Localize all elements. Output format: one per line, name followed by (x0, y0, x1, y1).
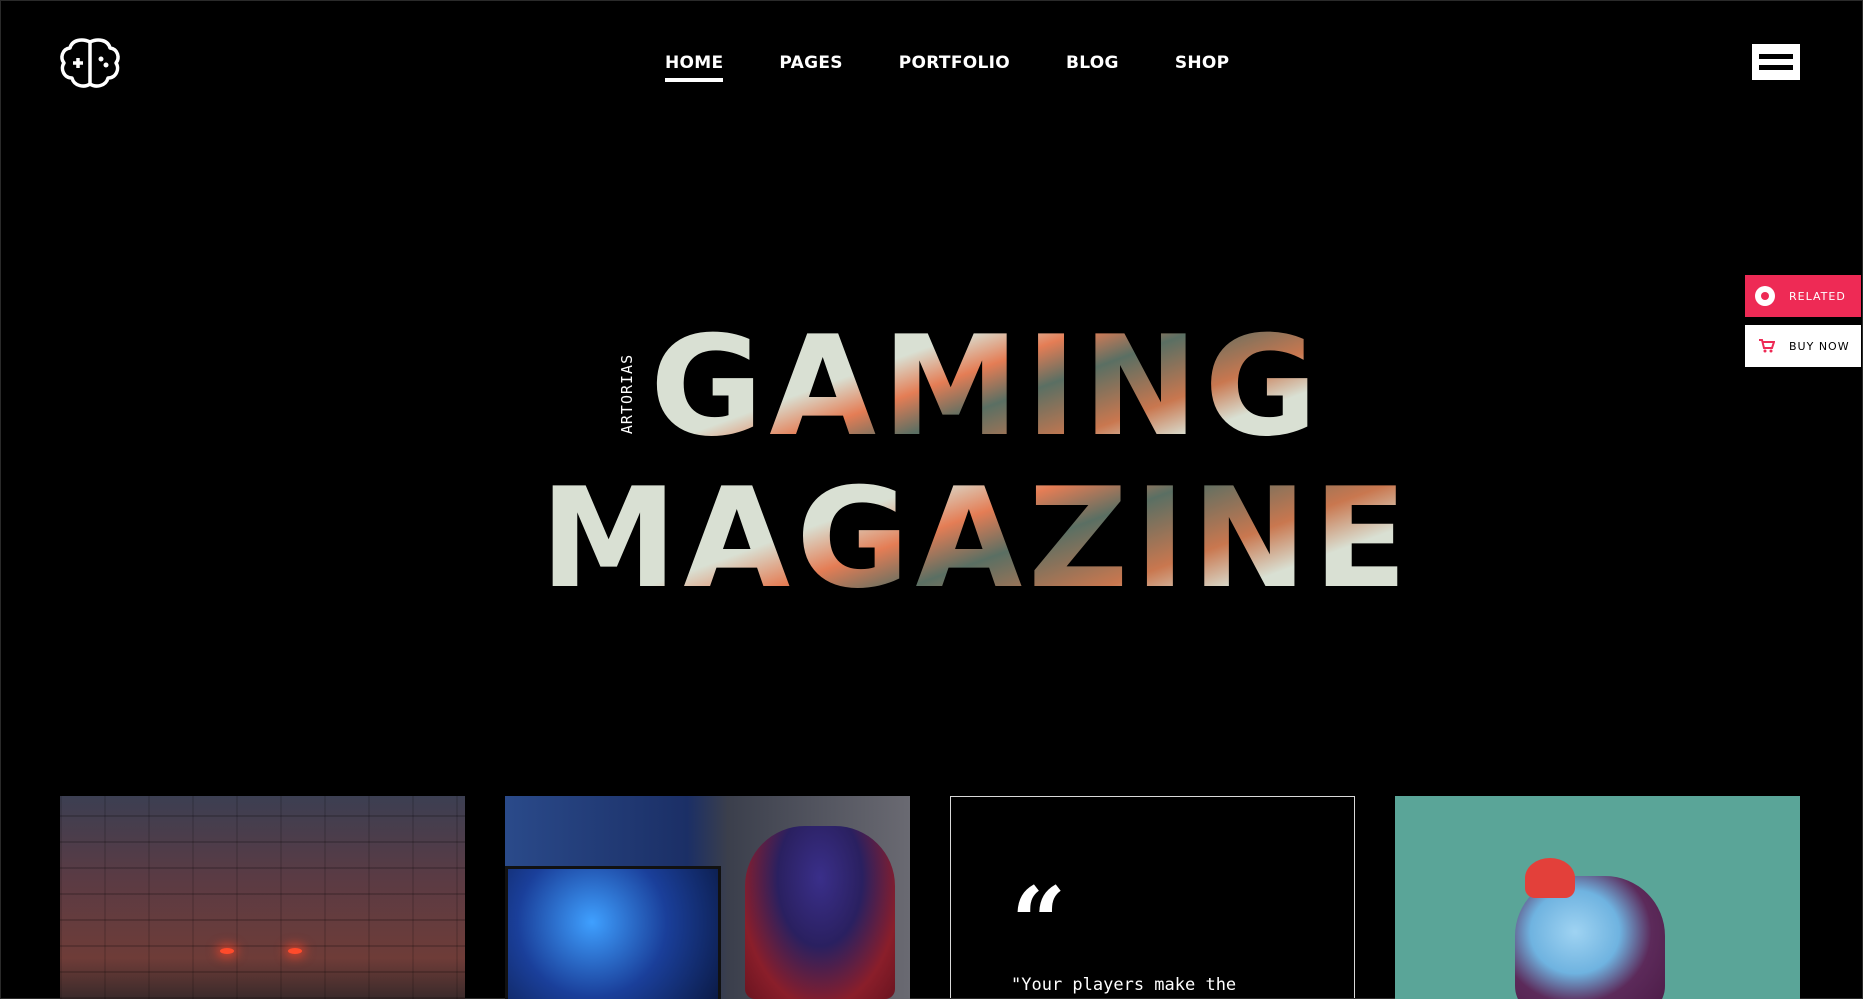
related-icon (1755, 286, 1775, 306)
card-gamer-monitor (505, 866, 721, 999)
cart-icon (1759, 339, 1775, 353)
nav-shop[interactable]: SHOP (1175, 52, 1230, 74)
card-temple-texture (60, 796, 465, 999)
hero-title-line2: MAGAZINE (540, 470, 1413, 608)
card-temple-eye-left (220, 948, 234, 954)
buy-now-button[interactable]: BUY NOW (1745, 325, 1861, 367)
related-label: RELATED (1789, 289, 1846, 303)
nav-blog[interactable]: BLOG (1066, 52, 1119, 74)
quote-icon: “ (1011, 866, 1067, 979)
brain-gamepad-icon[interactable] (58, 36, 122, 90)
nav-pages[interactable]: PAGES (779, 52, 842, 74)
hero-title-line1: GAMING (650, 318, 1324, 456)
card-quote[interactable]: “ "Your players make the (950, 796, 1355, 998)
hero-title-line2-text: MAGAZINE (540, 458, 1414, 619)
hero-vertical-text: ARTORIAS (618, 353, 636, 435)
menu-icon[interactable] (1752, 44, 1800, 80)
card-temple-image[interactable] (60, 796, 465, 999)
buy-now-label: BUY NOW (1789, 339, 1850, 353)
nav-home[interactable]: HOME (665, 52, 724, 82)
card-toy-mohawk (1525, 858, 1575, 898)
related-button[interactable]: RELATED (1745, 275, 1861, 317)
hero-vertical-label: ARTORIAS (612, 345, 642, 445)
card-gamer-player (745, 826, 895, 999)
main-nav: HOME PAGES PORTFOLIO BLOG SHOP (665, 52, 1230, 82)
hero-title-line1-text: GAMING (650, 306, 1324, 467)
nav-portfolio[interactable]: PORTFOLIO (899, 52, 1010, 74)
card-toy-image[interactable] (1395, 796, 1800, 999)
card-temple-eye-right (288, 948, 302, 954)
card-gamer-image[interactable] (505, 796, 910, 999)
quote-text: "Your players make the (1011, 975, 1237, 995)
